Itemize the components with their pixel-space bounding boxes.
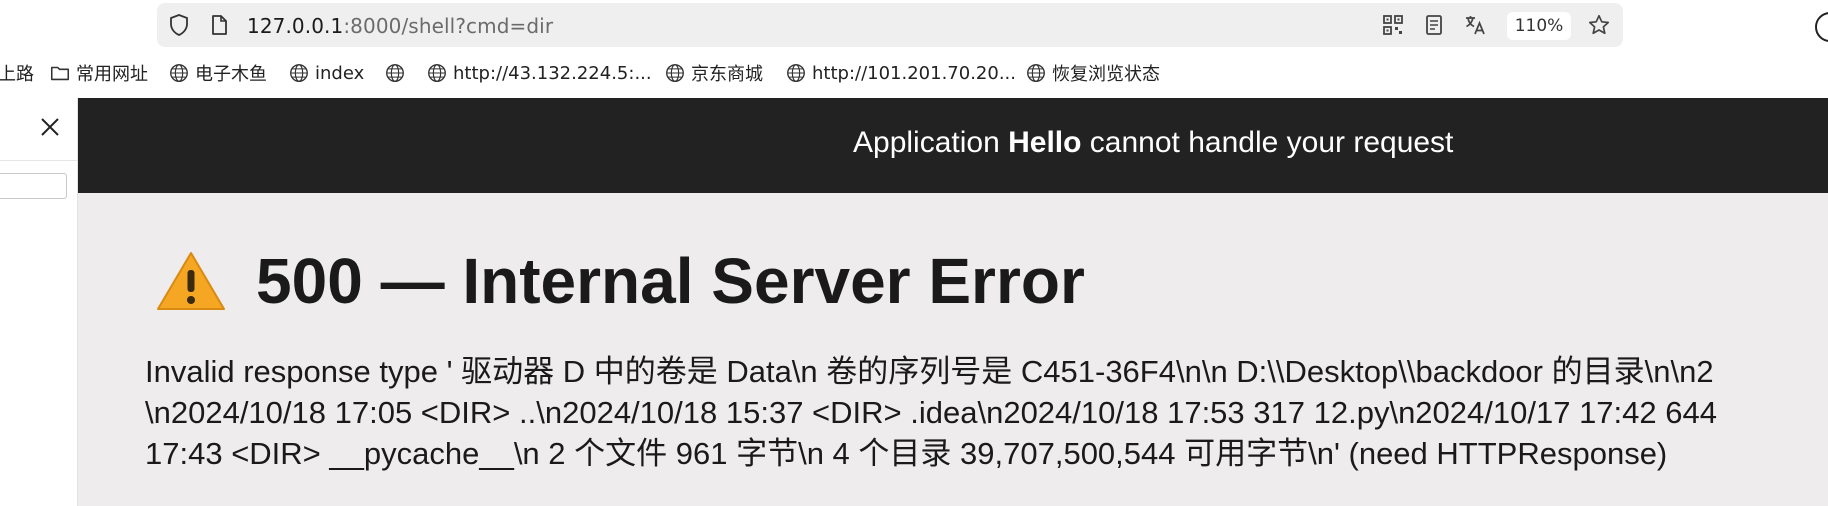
bookmark-item[interactable] [384, 60, 411, 86]
globe-icon [1027, 64, 1045, 82]
browser-toolbar: 127.0.0.1:8000/shell?cmd=dir 110% [0, 0, 1828, 50]
globe-icon [386, 64, 404, 82]
side-panel [0, 98, 78, 506]
bookmark-label: 恢复浏览状态 [1052, 64, 1160, 85]
error-line: Invalid response type ' 驱动器 D 中的卷是 Data\… [145, 354, 1714, 389]
app-name: Hello [1008, 126, 1082, 159]
bookmark-label: index [315, 62, 365, 84]
bookmark-label: 电子木鱼 [195, 64, 267, 85]
zoom-level-badge[interactable]: 110% [1507, 12, 1571, 40]
page-info-icon[interactable] [207, 13, 231, 37]
bookmark-item[interactable]: 电子木鱼 [168, 60, 267, 86]
bookmark-star-icon[interactable] [1587, 13, 1611, 37]
error-title: 500 — Internal Server Error [156, 245, 1085, 317]
reader-mode-icon[interactable] [1422, 13, 1446, 37]
bookmark-label: http://101.201.70.20... [812, 62, 1016, 84]
error-page: Application Hello cannot handle your req… [78, 98, 1828, 506]
globe-icon [428, 64, 446, 82]
header-message: Application Hello cannot handle your req… [853, 126, 1454, 159]
bookmark-label: 京东商城 [691, 64, 763, 85]
bookmark-item[interactable]: http://101.201.70.20... [785, 60, 1016, 86]
translate-icon[interactable] [1463, 13, 1487, 37]
globe-icon [290, 64, 308, 82]
bookmark-label: http://43.132.224.5:... [453, 62, 652, 84]
shield-icon[interactable] [167, 13, 191, 37]
address-bar[interactable]: 127.0.0.1:8000/shell?cmd=dir 110% [157, 3, 1623, 47]
profile-icon[interactable] [1815, 12, 1828, 42]
bookmark-label: 上路 [0, 64, 34, 85]
error-message: Invalid response type ' 驱动器 D 中的卷是 Data\… [145, 351, 1828, 474]
folder-icon [50, 66, 70, 81]
globe-icon [787, 64, 805, 82]
side-panel-search-input[interactable] [0, 173, 67, 199]
bookmark-item[interactable]: 京东商城 [664, 60, 763, 86]
bookmarks-bar: 上路 常用网址 电子木鱼 index http://43.132.224.5:.… [0, 56, 1828, 90]
qr-code-icon[interactable] [1381, 13, 1405, 37]
globe-icon [666, 64, 684, 82]
bookmark-label: 常用网址 [76, 64, 148, 85]
error-title-text: 500 — Internal Server Error [256, 245, 1085, 317]
error-header: Application Hello cannot handle your req… [78, 98, 1828, 193]
divider [0, 160, 77, 161]
bookmark-item[interactable]: http://43.132.224.5:... [426, 60, 652, 86]
error-line: 17:43 <DIR> __pycache__\n 2 个文件 961 字节\n… [145, 436, 1668, 471]
bookmark-item[interactable]: 上路 [0, 60, 34, 86]
bookmark-folder[interactable]: 常用网址 [49, 60, 148, 86]
bookmark-item[interactable]: 恢复浏览状态 [1025, 60, 1160, 86]
bookmark-item[interactable]: index [288, 60, 364, 86]
close-icon[interactable] [38, 115, 62, 139]
warning-icon [157, 252, 225, 310]
error-line: \n2024/10/18 17:05 <DIR> ..\n2024/10/18 … [145, 395, 1717, 430]
url-text[interactable]: 127.0.0.1:8000/shell?cmd=dir [247, 14, 553, 38]
globe-icon [170, 64, 188, 82]
